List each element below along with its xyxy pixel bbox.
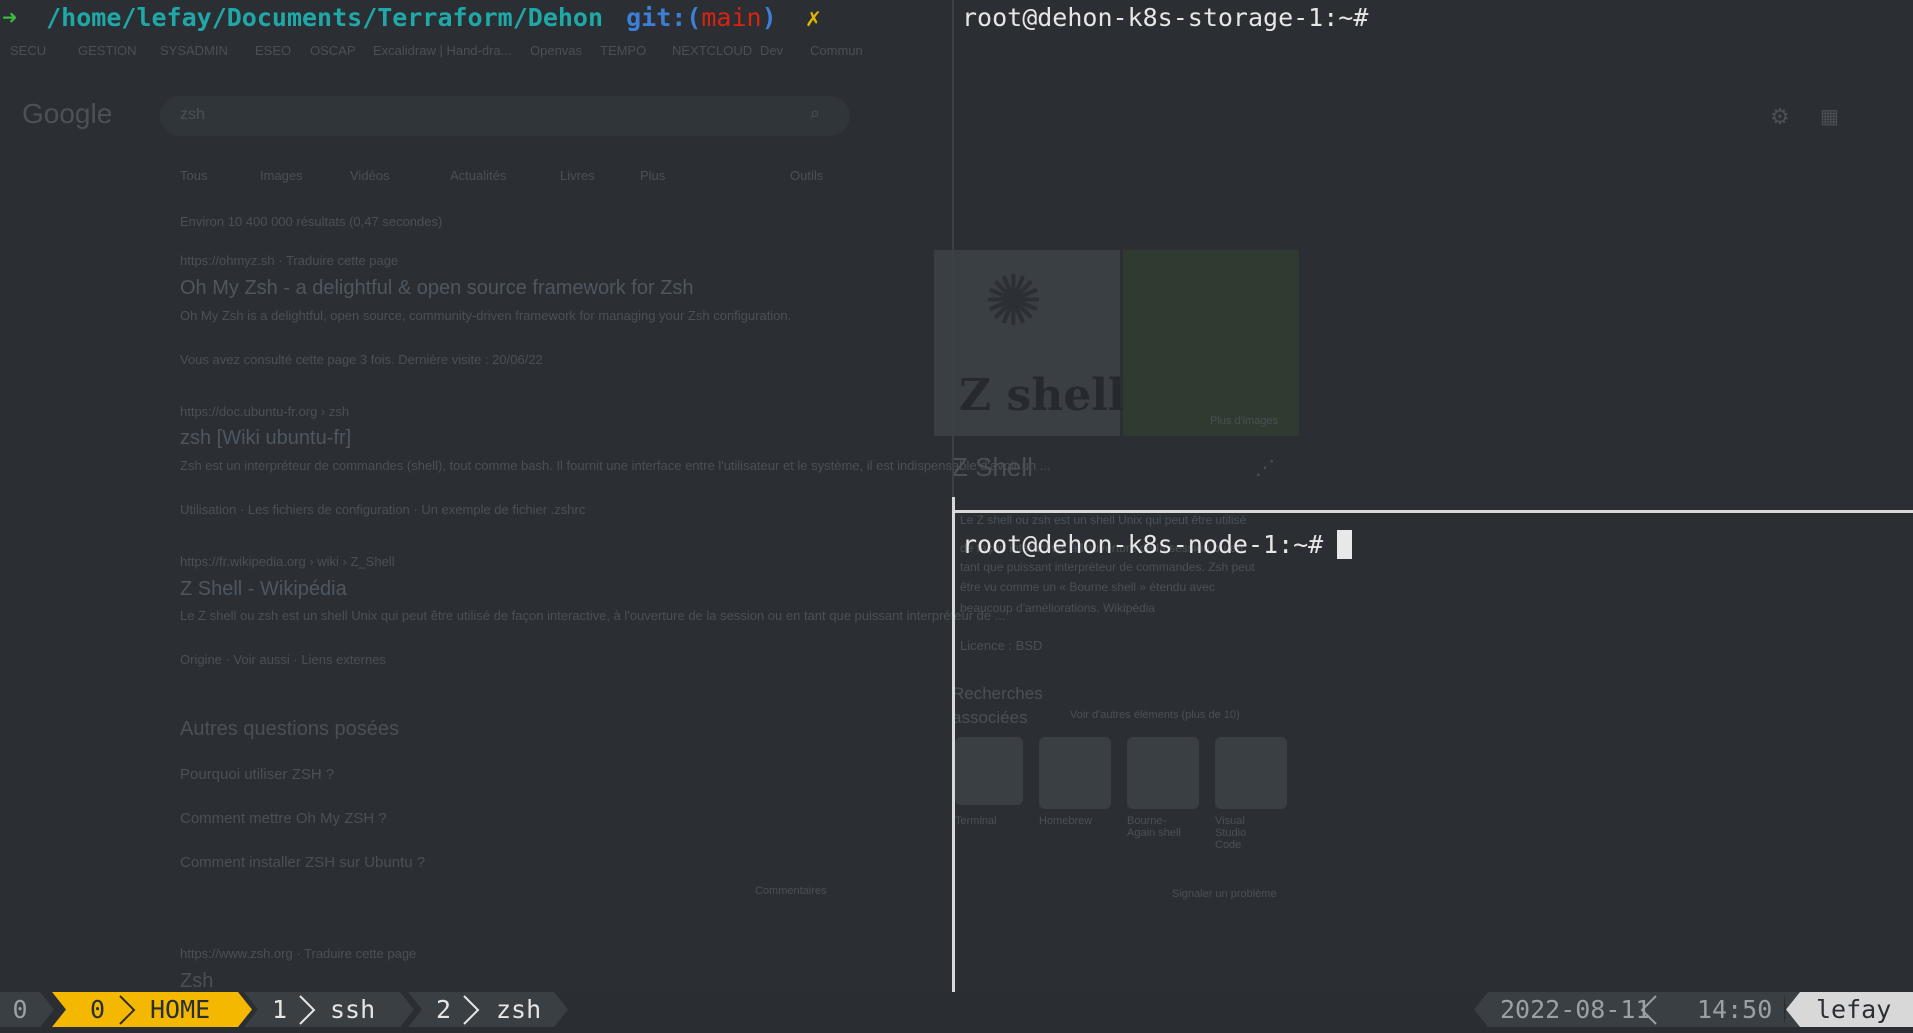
- session-badge[interactable]: 0: [0, 992, 40, 1027]
- prompt-arrow-icon: ➜: [2, 3, 18, 32]
- chevron-right-icon: [463, 995, 480, 1025]
- window-tab-2[interactable]: 2 zsh: [424, 992, 554, 1027]
- user-text: lefay: [1816, 995, 1892, 1024]
- segment-start-icon: [244, 992, 260, 1027]
- window-tab-0[interactable]: 0 HOME: [68, 992, 238, 1027]
- segment-end-icon: [554, 992, 568, 1027]
- git-dirty-icon: ✗: [805, 3, 821, 32]
- cwd-path: /home/lefay/Documents/Terraform/Dehon: [46, 3, 604, 32]
- storage-prompt: root@dehon-k8s-storage-1:~#: [962, 3, 1369, 32]
- date-display: 2022-08-11: [1488, 992, 1660, 1027]
- segment-start-icon: [408, 992, 424, 1027]
- bottom-right-pane[interactable]: root@dehon-k8s-node-1:~#: [955, 513, 1913, 992]
- git-branch: main: [701, 3, 762, 32]
- left-prompt-line: ➜ /home/lefay/Documents/Terraform/Dehon …: [2, 2, 821, 34]
- top-right-pane[interactable]: root@dehon-k8s-storage-1:~#: [955, 0, 1913, 510]
- user-display: lefay: [1800, 992, 1913, 1027]
- chevron-right-icon: [119, 995, 136, 1025]
- session-index: 0: [12, 995, 28, 1024]
- segment-left-arrow-icon: [1474, 992, 1488, 1027]
- segment-left-arrow-icon: [1784, 992, 1800, 1027]
- window-index: 2: [436, 995, 452, 1024]
- segment-start-icon: [52, 992, 68, 1027]
- window-name: HOME: [150, 995, 211, 1024]
- window-name: ssh: [330, 995, 376, 1024]
- chevron-left-icon: [1640, 995, 1657, 1025]
- window-name: zsh: [496, 995, 542, 1024]
- git-prefix: git:(: [626, 3, 702, 32]
- time-display: 14:50: [1660, 992, 1784, 1027]
- window-tab-1[interactable]: 1 ssh: [260, 992, 400, 1027]
- chevron-right-icon: [299, 995, 316, 1025]
- date-text: 2022-08-11: [1500, 995, 1651, 1024]
- window-index: 0: [90, 995, 106, 1024]
- git-suffix: ): [761, 3, 777, 32]
- tmux-status-bar: 0 0 HOME 1 ssh 2 zsh 2022-08-11 14:50 le…: [0, 992, 1913, 1033]
- time-text: 14:50: [1697, 995, 1773, 1024]
- left-pane[interactable]: ➜ /home/lefay/Documents/Terraform/Dehon …: [0, 0, 952, 992]
- node-prompt: root@dehon-k8s-node-1:~#: [962, 530, 1324, 559]
- terminal-cursor: [1337, 530, 1352, 559]
- window-index: 1: [272, 995, 288, 1024]
